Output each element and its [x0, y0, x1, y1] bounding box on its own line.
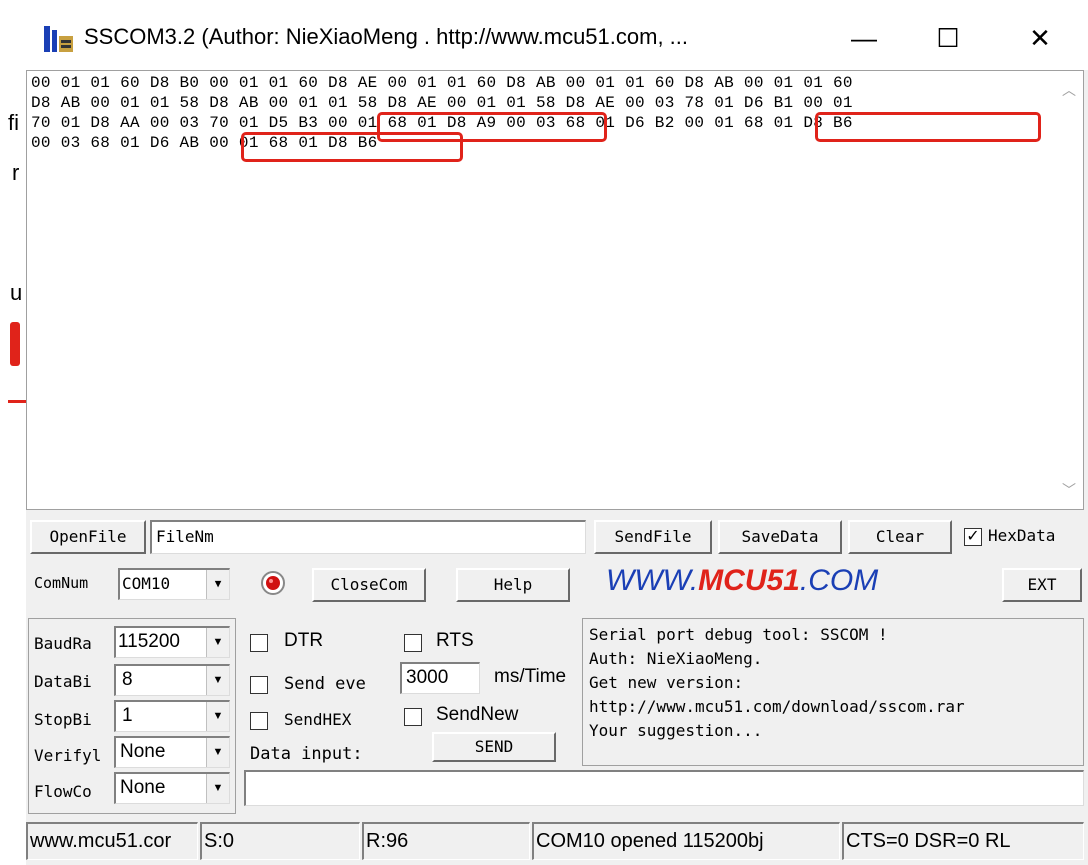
send-every-checkbox[interactable]	[250, 676, 268, 694]
receive-line: 00 01 01 60 D8 B0 00 01 01 60 D8 AE 00 0…	[31, 74, 853, 92]
status-sent-count: S:0	[200, 822, 360, 860]
scroll-down-icon[interactable]: ﹀	[1056, 480, 1082, 500]
receive-textarea[interactable]: 00 01 01 60 D8 B0 00 01 01 60 D8 AE 00 0…	[26, 70, 1084, 510]
info-line: Get new version:	[589, 673, 744, 692]
minimize-button[interactable]: —	[834, 12, 894, 64]
sendhex-label: SendHEX	[284, 710, 352, 729]
comnum-select[interactable]: COM10 ▼	[118, 568, 230, 600]
sendhex-checkbox[interactable]	[250, 712, 268, 730]
chevron-down-icon[interactable]: ▼	[206, 774, 229, 803]
hexdata-checkbox[interactable]: ✓	[964, 528, 982, 546]
receive-scrollbar[interactable]: ︿ ﹀	[1056, 72, 1082, 508]
verify-value: None	[120, 741, 166, 762]
receive-line: D8 AB 00 01 01 58 D8 AB 00 01 01 58 D8 A…	[31, 94, 853, 112]
bg-text-fragment: u	[10, 280, 23, 305]
flowcontrol-select[interactable]: None ▼	[114, 772, 230, 804]
port-status-led-icon	[261, 571, 285, 595]
openfile-button[interactable]: OpenFile	[30, 520, 146, 554]
databits-label: DataBi	[34, 672, 92, 691]
close-button[interactable]: ✕	[1010, 12, 1070, 64]
baudrate-value: 115200	[118, 631, 180, 652]
sendfile-button[interactable]: SendFile	[594, 520, 712, 554]
chevron-down-icon[interactable]: ▼	[206, 570, 229, 599]
status-received-count: R:96	[362, 822, 530, 860]
logo-mcu51: MCU51	[698, 564, 800, 597]
info-panel: Serial port debug tool: SSCOM ! Auth: Ni…	[582, 618, 1084, 766]
rts-checkbox[interactable]	[404, 634, 422, 652]
sendnew-checkbox[interactable]	[404, 708, 422, 726]
background-window-strip: fi r u	[0, 0, 26, 865]
hexdata-label: HexData	[988, 526, 1056, 545]
stopbits-value: 1	[122, 705, 133, 726]
sendnew-label: SendNew	[436, 704, 519, 725]
info-line: Your suggestion...	[589, 721, 763, 740]
rts-label: RTS	[436, 630, 474, 651]
savedata-button[interactable]: SaveData	[718, 520, 842, 554]
stopbits-select[interactable]: 1 ▼	[114, 700, 230, 732]
databits-value: 8	[122, 669, 133, 690]
status-lines: CTS=0 DSR=0 RL	[842, 822, 1084, 860]
highlight-box	[241, 132, 463, 162]
baudrate-select[interactable]: 115200 ▼	[114, 626, 230, 658]
scroll-up-icon[interactable]: ︿	[1056, 80, 1082, 100]
filename-input[interactable]: FileNm	[150, 520, 586, 554]
verify-label: Verifyl	[34, 746, 102, 765]
data-input-label: Data input:	[250, 744, 363, 764]
info-line: Auth: NieXiaoMeng.	[589, 649, 763, 668]
status-port: COM10 opened 115200bj	[532, 822, 840, 860]
send-button[interactable]: SEND	[432, 732, 556, 762]
bg-text-fragment: r	[12, 160, 20, 185]
baudrate-label: BaudRa	[34, 634, 92, 653]
sscom-app-icon	[44, 26, 73, 52]
status-website: www.mcu51.cor	[26, 822, 198, 860]
stopbits-label: StopBi	[34, 710, 92, 729]
highlight-box	[815, 112, 1041, 142]
window-title: SSCOM3.2 (Author: NieXiaoMeng . http://w…	[84, 24, 689, 49]
dtr-checkbox[interactable]	[250, 634, 268, 652]
bg-red-line	[8, 400, 26, 403]
bg-red-mark	[10, 322, 20, 366]
data-input-field[interactable]	[244, 770, 1084, 806]
flowcontrol-value: None	[120, 777, 166, 798]
interval-input[interactable]: 3000	[400, 662, 480, 694]
interval-unit-label: ms/Time	[494, 666, 567, 687]
logo-www: WWW.	[606, 564, 699, 597]
info-line: http://www.mcu51.com/download/sscom.rar	[589, 697, 965, 716]
help-button[interactable]: Help	[456, 568, 570, 602]
databits-select[interactable]: 8 ▼	[114, 664, 230, 696]
mcu51-logo[interactable]: WWW.MCU51.COM	[606, 564, 878, 598]
chevron-down-icon[interactable]: ▼	[206, 628, 229, 657]
ext-button[interactable]: EXT	[1002, 568, 1082, 602]
closecom-button[interactable]: CloseCom	[312, 568, 426, 602]
info-line: Serial port debug tool: SSCOM !	[589, 625, 888, 644]
maximize-button[interactable]: ☐	[918, 12, 978, 64]
dtr-label: DTR	[284, 630, 324, 651]
bg-text-fragment: fi	[8, 110, 19, 135]
send-every-label: Send eve	[284, 674, 366, 694]
verify-select[interactable]: None ▼	[114, 736, 230, 768]
logo-com: .COM	[799, 564, 879, 597]
flowcontrol-label: FlowCo	[34, 782, 92, 801]
clear-button[interactable]: Clear	[848, 520, 952, 554]
comnum-value: COM10	[122, 574, 171, 593]
comnum-label: ComNum	[34, 574, 89, 592]
chevron-down-icon[interactable]: ▼	[206, 738, 229, 767]
chevron-down-icon[interactable]: ▼	[206, 702, 229, 731]
chevron-down-icon[interactable]: ▼	[206, 666, 229, 695]
